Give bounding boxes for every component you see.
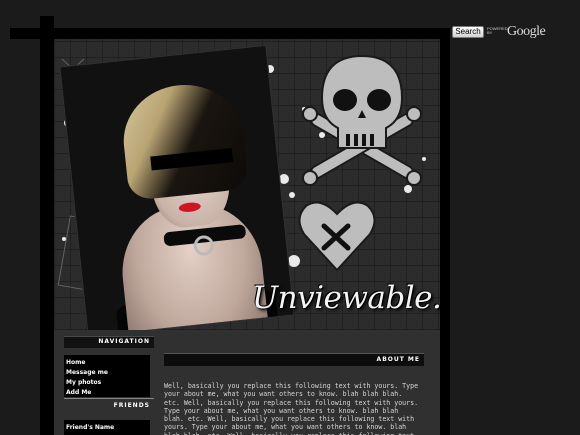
- navigation-list: Home Message me My photos Add Me: [64, 355, 150, 397]
- skull-crossbones-icon: [302, 54, 422, 186]
- friends-heading: FRIENDS: [64, 398, 154, 413]
- navigation-heading: NAVIGATION: [64, 336, 154, 348]
- friends-list: Friend's Name: [64, 420, 150, 435]
- photo-hair: [118, 79, 250, 201]
- frame-right-post: [440, 28, 450, 435]
- nav-item-add-me[interactable]: Add Me: [66, 388, 150, 398]
- nav-item-home[interactable]: Home: [66, 358, 150, 368]
- header-banner: Unviewable.: [54, 39, 440, 330]
- powered-by-label: POWERED BY: [487, 26, 508, 35]
- nav-item-message-me[interactable]: Message me: [66, 368, 150, 378]
- nav-item-my-photos[interactable]: My photos: [66, 378, 150, 388]
- google-search: Search POWERED BY Google: [452, 24, 576, 40]
- page: Search POWERED BY Google Unviewable. NAV…: [0, 0, 580, 435]
- search-button[interactable]: Search: [452, 26, 484, 38]
- about-heading: ABOUT ME: [164, 353, 424, 366]
- google-logo[interactable]: Google: [507, 24, 546, 40]
- frame-top-bar: [10, 28, 442, 39]
- site-title: Unviewable.: [252, 280, 440, 316]
- about-body: Well, basically you replace this followi…: [164, 382, 419, 435]
- stitched-heart-icon: [298, 201, 376, 272]
- friend-item[interactable]: Friend's Name: [66, 423, 150, 433]
- frame-left-post: [40, 16, 54, 435]
